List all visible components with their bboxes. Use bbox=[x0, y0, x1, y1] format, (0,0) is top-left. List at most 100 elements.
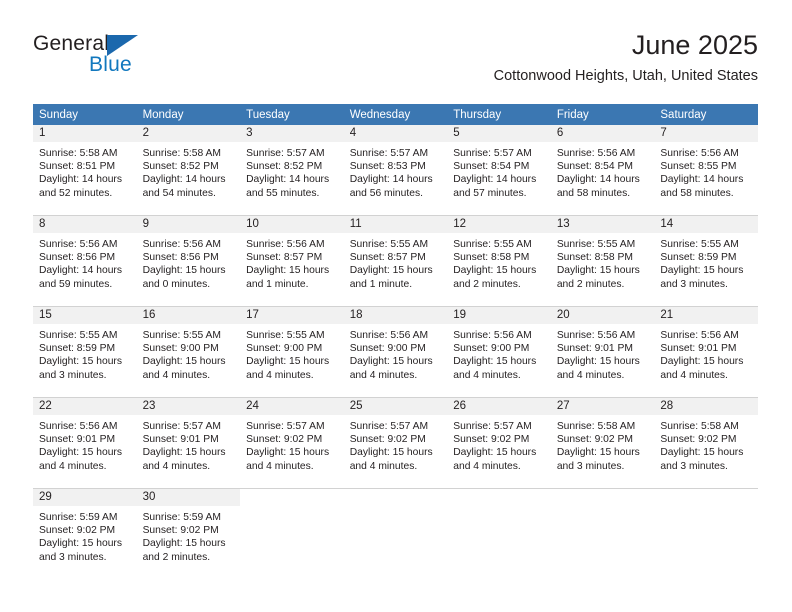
day-cell-inner: 21 Sunrise: 5:56 AM Sunset: 9:01 PM Dayligh… bbox=[654, 307, 758, 392]
daylight-duration-line1: Daylight: 15 hours bbox=[246, 447, 330, 459]
daylight-duration-line2: and 54 minutes. bbox=[142, 187, 216, 199]
day-sun-info bbox=[447, 506, 551, 511]
calendar-day-cell[interactable]: 14 Sunrise: 5:55 AM Sunset: 8:59 PM Dayligh… bbox=[654, 215, 758, 301]
day-cell-inner: 3 Sunrise: 5:57 AM Sunset: 8:52 PM Daylight… bbox=[240, 125, 344, 210]
day-number: 22 bbox=[33, 398, 137, 415]
sunset-time: Sunset: 9:02 PM bbox=[453, 434, 530, 446]
daylight-duration-line2: and 59 minutes. bbox=[39, 278, 113, 290]
day-sun-info: Sunrise: 5:56 AM Sunset: 9:00 PM Daylight:… bbox=[344, 324, 448, 382]
calendar-day-cell[interactable]: 27 Sunrise: 5:58 AM Sunset: 9:02 PM Dayligh… bbox=[550, 397, 655, 483]
sunrise-time: Sunrise: 5:56 AM bbox=[453, 330, 532, 341]
day-number: 11 bbox=[343, 216, 448, 233]
day-number bbox=[240, 489, 344, 506]
calendar-day-cell[interactable]: 29 Sunrise: 5:59 AM Sunset: 9:02 PM Dayligh… bbox=[33, 488, 137, 574]
calendar-day-cell[interactable]: 20 Sunrise: 5:56 AM Sunset: 9:01 PM Dayligh… bbox=[550, 306, 655, 392]
day-sun-info: Sunrise: 5:55 AM Sunset: 9:00 PM Daylight:… bbox=[240, 324, 344, 382]
calendar-day-cell[interactable]: 9 Sunrise: 5:56 AM Sunset: 8:56 PM Daylight… bbox=[136, 215, 241, 301]
calendar-day-cell[interactable]: 4 Sunrise: 5:57 AM Sunset: 8:53 PM Daylight… bbox=[343, 125, 448, 210]
sunrise-time: Sunrise: 5:58 AM bbox=[660, 421, 739, 432]
calendar-day-cell[interactable]: 22 Sunrise: 5:56 AM Sunset: 9:01 PM Dayligh… bbox=[33, 397, 137, 483]
sunrise-time: Sunrise: 5:56 AM bbox=[660, 148, 739, 159]
calendar-day-cell[interactable]: 10 Sunrise: 5:56 AM Sunset: 8:57 PM Dayligh… bbox=[240, 215, 344, 301]
calendar-day-cell[interactable]: 23 Sunrise: 5:57 AM Sunset: 9:01 PM Dayligh… bbox=[136, 397, 241, 483]
day-sun-info: Sunrise: 5:56 AM Sunset: 8:55 PM Daylight:… bbox=[654, 142, 758, 200]
day-number: 14 bbox=[654, 216, 758, 233]
sunset-time: Sunset: 9:01 PM bbox=[142, 434, 219, 446]
calendar-day-cell[interactable]: 18 Sunrise: 5:56 AM Sunset: 9:00 PM Dayligh… bbox=[343, 306, 448, 392]
calendar-day-cell[interactable]: 25 Sunrise: 5:57 AM Sunset: 9:02 PM Dayligh… bbox=[343, 397, 448, 483]
day-number: 25 bbox=[343, 398, 448, 415]
daylight-duration-line2: and 4 minutes. bbox=[453, 369, 521, 381]
daylight-duration-line1: Daylight: 15 hours bbox=[556, 265, 640, 277]
day-sun-info: Sunrise: 5:57 AM Sunset: 8:53 PM Daylight:… bbox=[344, 142, 448, 200]
sunset-time: Sunset: 8:58 PM bbox=[556, 252, 633, 264]
day-sun-info: Sunrise: 5:55 AM Sunset: 8:59 PM Daylight:… bbox=[654, 233, 758, 291]
day-cell-inner bbox=[447, 489, 551, 574]
page-header: General Blue June 2025 Cottonwood Height… bbox=[33, 28, 758, 98]
day-sun-info bbox=[240, 506, 344, 511]
sunset-time: Sunset: 9:02 PM bbox=[246, 434, 323, 446]
sunset-time: Sunset: 9:02 PM bbox=[556, 434, 633, 446]
daylight-duration-line1: Daylight: 15 hours bbox=[660, 447, 744, 459]
weekday-header-wednesday: Wednesday bbox=[343, 104, 448, 125]
daylight-duration-line2: and 4 minutes. bbox=[246, 460, 314, 472]
calendar-day-cell[interactable]: 17 Sunrise: 5:55 AM Sunset: 9:00 PM Dayligh… bbox=[240, 306, 344, 392]
sunrise-time: Sunrise: 5:56 AM bbox=[556, 148, 636, 159]
day-cell-inner: 12 Sunrise: 5:55 AM Sunset: 8:58 PM Dayligh… bbox=[447, 216, 551, 301]
sunrise-time: Sunrise: 5:57 AM bbox=[453, 148, 532, 159]
calendar-day-cell[interactable]: 6 Sunrise: 5:56 AM Sunset: 8:54 PM Daylight… bbox=[550, 125, 655, 210]
day-sun-info: Sunrise: 5:58 AM Sunset: 9:02 PM Daylight:… bbox=[654, 415, 758, 473]
day-sun-info: Sunrise: 5:59 AM Sunset: 9:02 PM Daylight:… bbox=[33, 506, 137, 564]
day-cell-inner: 20 Sunrise: 5:56 AM Sunset: 9:01 PM Dayligh… bbox=[550, 307, 655, 392]
day-sun-info bbox=[551, 506, 655, 511]
calendar-day-cell[interactable]: 11 Sunrise: 5:55 AM Sunset: 8:57 PM Dayligh… bbox=[343, 215, 448, 301]
calendar-day-cell[interactable]: 28 Sunrise: 5:58 AM Sunset: 9:02 PM Dayligh… bbox=[654, 397, 758, 483]
day-cell-inner: 4 Sunrise: 5:57 AM Sunset: 8:53 PM Daylight… bbox=[343, 125, 448, 210]
calendar-day-cell[interactable]: 1 Sunrise: 5:58 AM Sunset: 8:51 PM Daylight… bbox=[33, 125, 137, 210]
calendar-day-cell[interactable]: 5 Sunrise: 5:57 AM Sunset: 8:54 PM Daylight… bbox=[447, 125, 551, 210]
calendar-day-cell bbox=[447, 488, 551, 574]
calendar-day-cell[interactable]: 19 Sunrise: 5:56 AM Sunset: 9:00 PM Dayligh… bbox=[447, 306, 551, 392]
calendar-header-row: Sunday Monday Tuesday Wednesday Thursday… bbox=[33, 104, 758, 125]
daylight-duration-line2: and 55 minutes. bbox=[246, 187, 320, 199]
daylight-duration-line2: and 4 minutes. bbox=[142, 460, 211, 472]
sunrise-time: Sunrise: 5:57 AM bbox=[349, 421, 429, 432]
daylight-duration-line1: Daylight: 14 hours bbox=[39, 265, 122, 277]
sunset-time: Sunset: 9:00 PM bbox=[453, 343, 530, 355]
day-sun-info: Sunrise: 5:55 AM Sunset: 8:57 PM Daylight:… bbox=[344, 233, 448, 291]
logo-text-blue: Blue bbox=[89, 53, 132, 76]
calendar-day-cell[interactable]: 3 Sunrise: 5:57 AM Sunset: 8:52 PM Daylight… bbox=[240, 125, 344, 210]
calendar-day-cell[interactable]: 8 Sunrise: 5:56 AM Sunset: 8:56 PM Daylight… bbox=[33, 215, 137, 301]
daylight-duration-line2: and 4 minutes. bbox=[349, 460, 418, 472]
sunrise-time: Sunrise: 5:55 AM bbox=[349, 239, 429, 250]
calendar-day-cell[interactable]: 13 Sunrise: 5:55 AM Sunset: 8:58 PM Dayligh… bbox=[550, 215, 655, 301]
calendar-day-cell[interactable]: 12 Sunrise: 5:55 AM Sunset: 8:58 PM Dayligh… bbox=[447, 215, 551, 301]
calendar-day-cell[interactable]: 16 Sunrise: 5:55 AM Sunset: 9:00 PM Dayligh… bbox=[136, 306, 241, 392]
calendar-day-cell[interactable]: 15 Sunrise: 5:55 AM Sunset: 8:59 PM Dayligh… bbox=[33, 306, 137, 392]
calendar-day-cell[interactable]: 7 Sunrise: 5:56 AM Sunset: 8:55 PM Daylight… bbox=[654, 125, 758, 210]
daylight-duration-line2: and 58 minutes. bbox=[660, 187, 734, 199]
calendar-day-cell[interactable]: 26 Sunrise: 5:57 AM Sunset: 9:02 PM Dayligh… bbox=[447, 397, 551, 483]
day-number bbox=[654, 489, 758, 506]
day-number: 19 bbox=[447, 307, 551, 324]
day-sun-info: Sunrise: 5:57 AM Sunset: 8:54 PM Daylight:… bbox=[447, 142, 551, 200]
day-sun-info: Sunrise: 5:56 AM Sunset: 9:01 PM Daylight:… bbox=[551, 324, 655, 382]
calendar-week-row: 22 Sunrise: 5:56 AM Sunset: 9:01 PM Dayligh… bbox=[33, 397, 758, 483]
day-sun-info: Sunrise: 5:55 AM Sunset: 8:59 PM Daylight:… bbox=[33, 324, 137, 382]
day-sun-info: Sunrise: 5:55 AM Sunset: 8:58 PM Daylight:… bbox=[447, 233, 551, 291]
calendar-day-cell[interactable]: 2 Sunrise: 5:58 AM Sunset: 8:52 PM Daylight… bbox=[136, 125, 241, 210]
daylight-duration-line1: Daylight: 15 hours bbox=[349, 356, 433, 368]
sunset-time: Sunset: 9:00 PM bbox=[142, 343, 219, 355]
calendar-day-cell[interactable]: 24 Sunrise: 5:57 AM Sunset: 9:02 PM Dayligh… bbox=[240, 397, 344, 483]
day-cell-inner bbox=[654, 489, 758, 574]
calendar-day-cell[interactable]: 30 Sunrise: 5:59 AM Sunset: 9:02 PM Dayligh… bbox=[136, 488, 241, 574]
calendar-day-cell[interactable]: 21 Sunrise: 5:56 AM Sunset: 9:01 PM Dayligh… bbox=[654, 306, 758, 392]
day-number: 29 bbox=[33, 489, 137, 506]
day-number: 18 bbox=[343, 307, 448, 324]
day-cell-inner bbox=[240, 489, 344, 574]
daylight-duration-line2: and 4 minutes. bbox=[349, 369, 418, 381]
sunrise-time: Sunrise: 5:56 AM bbox=[660, 330, 739, 341]
day-cell-inner bbox=[551, 489, 655, 574]
sunrise-time: Sunrise: 5:57 AM bbox=[246, 148, 325, 159]
calendar-page: General Blue June 2025 Cottonwood Height… bbox=[0, 0, 792, 612]
